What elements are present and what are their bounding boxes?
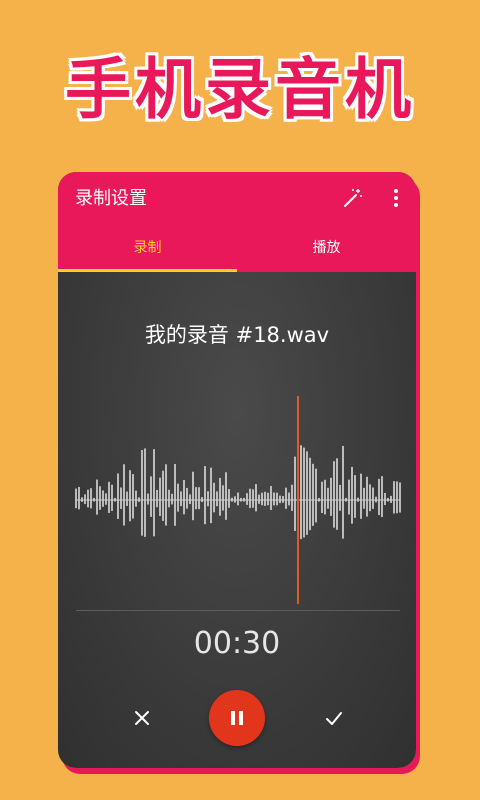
magic-wand-icon[interactable]: [340, 186, 364, 210]
cancel-button[interactable]: [128, 704, 156, 732]
tab-record[interactable]: 录制: [58, 238, 237, 258]
elapsed-time: 00:30: [193, 626, 281, 661]
banner-title: 手机录音机: [65, 51, 415, 128]
phone-screen: 录制设置 录制 播放 我的录音 #18.wav 00:30: [58, 172, 416, 768]
tab-indicator: [58, 269, 237, 272]
recording-file-name: 我的录音 #18.wav: [144, 323, 330, 347]
more-vertical-icon[interactable]: [384, 186, 408, 210]
pause-icon: [231, 711, 243, 725]
app-bar: 录制设置 录制 播放: [58, 172, 416, 272]
waveform[interactable]: [58, 382, 416, 622]
divider: [76, 610, 400, 611]
close-icon: [135, 711, 149, 725]
check-icon: [326, 712, 342, 725]
app-title: 录制设置: [75, 188, 147, 209]
pause-button[interactable]: [209, 690, 265, 746]
tab-play[interactable]: 播放: [237, 238, 416, 258]
confirm-button[interactable]: [320, 704, 348, 732]
